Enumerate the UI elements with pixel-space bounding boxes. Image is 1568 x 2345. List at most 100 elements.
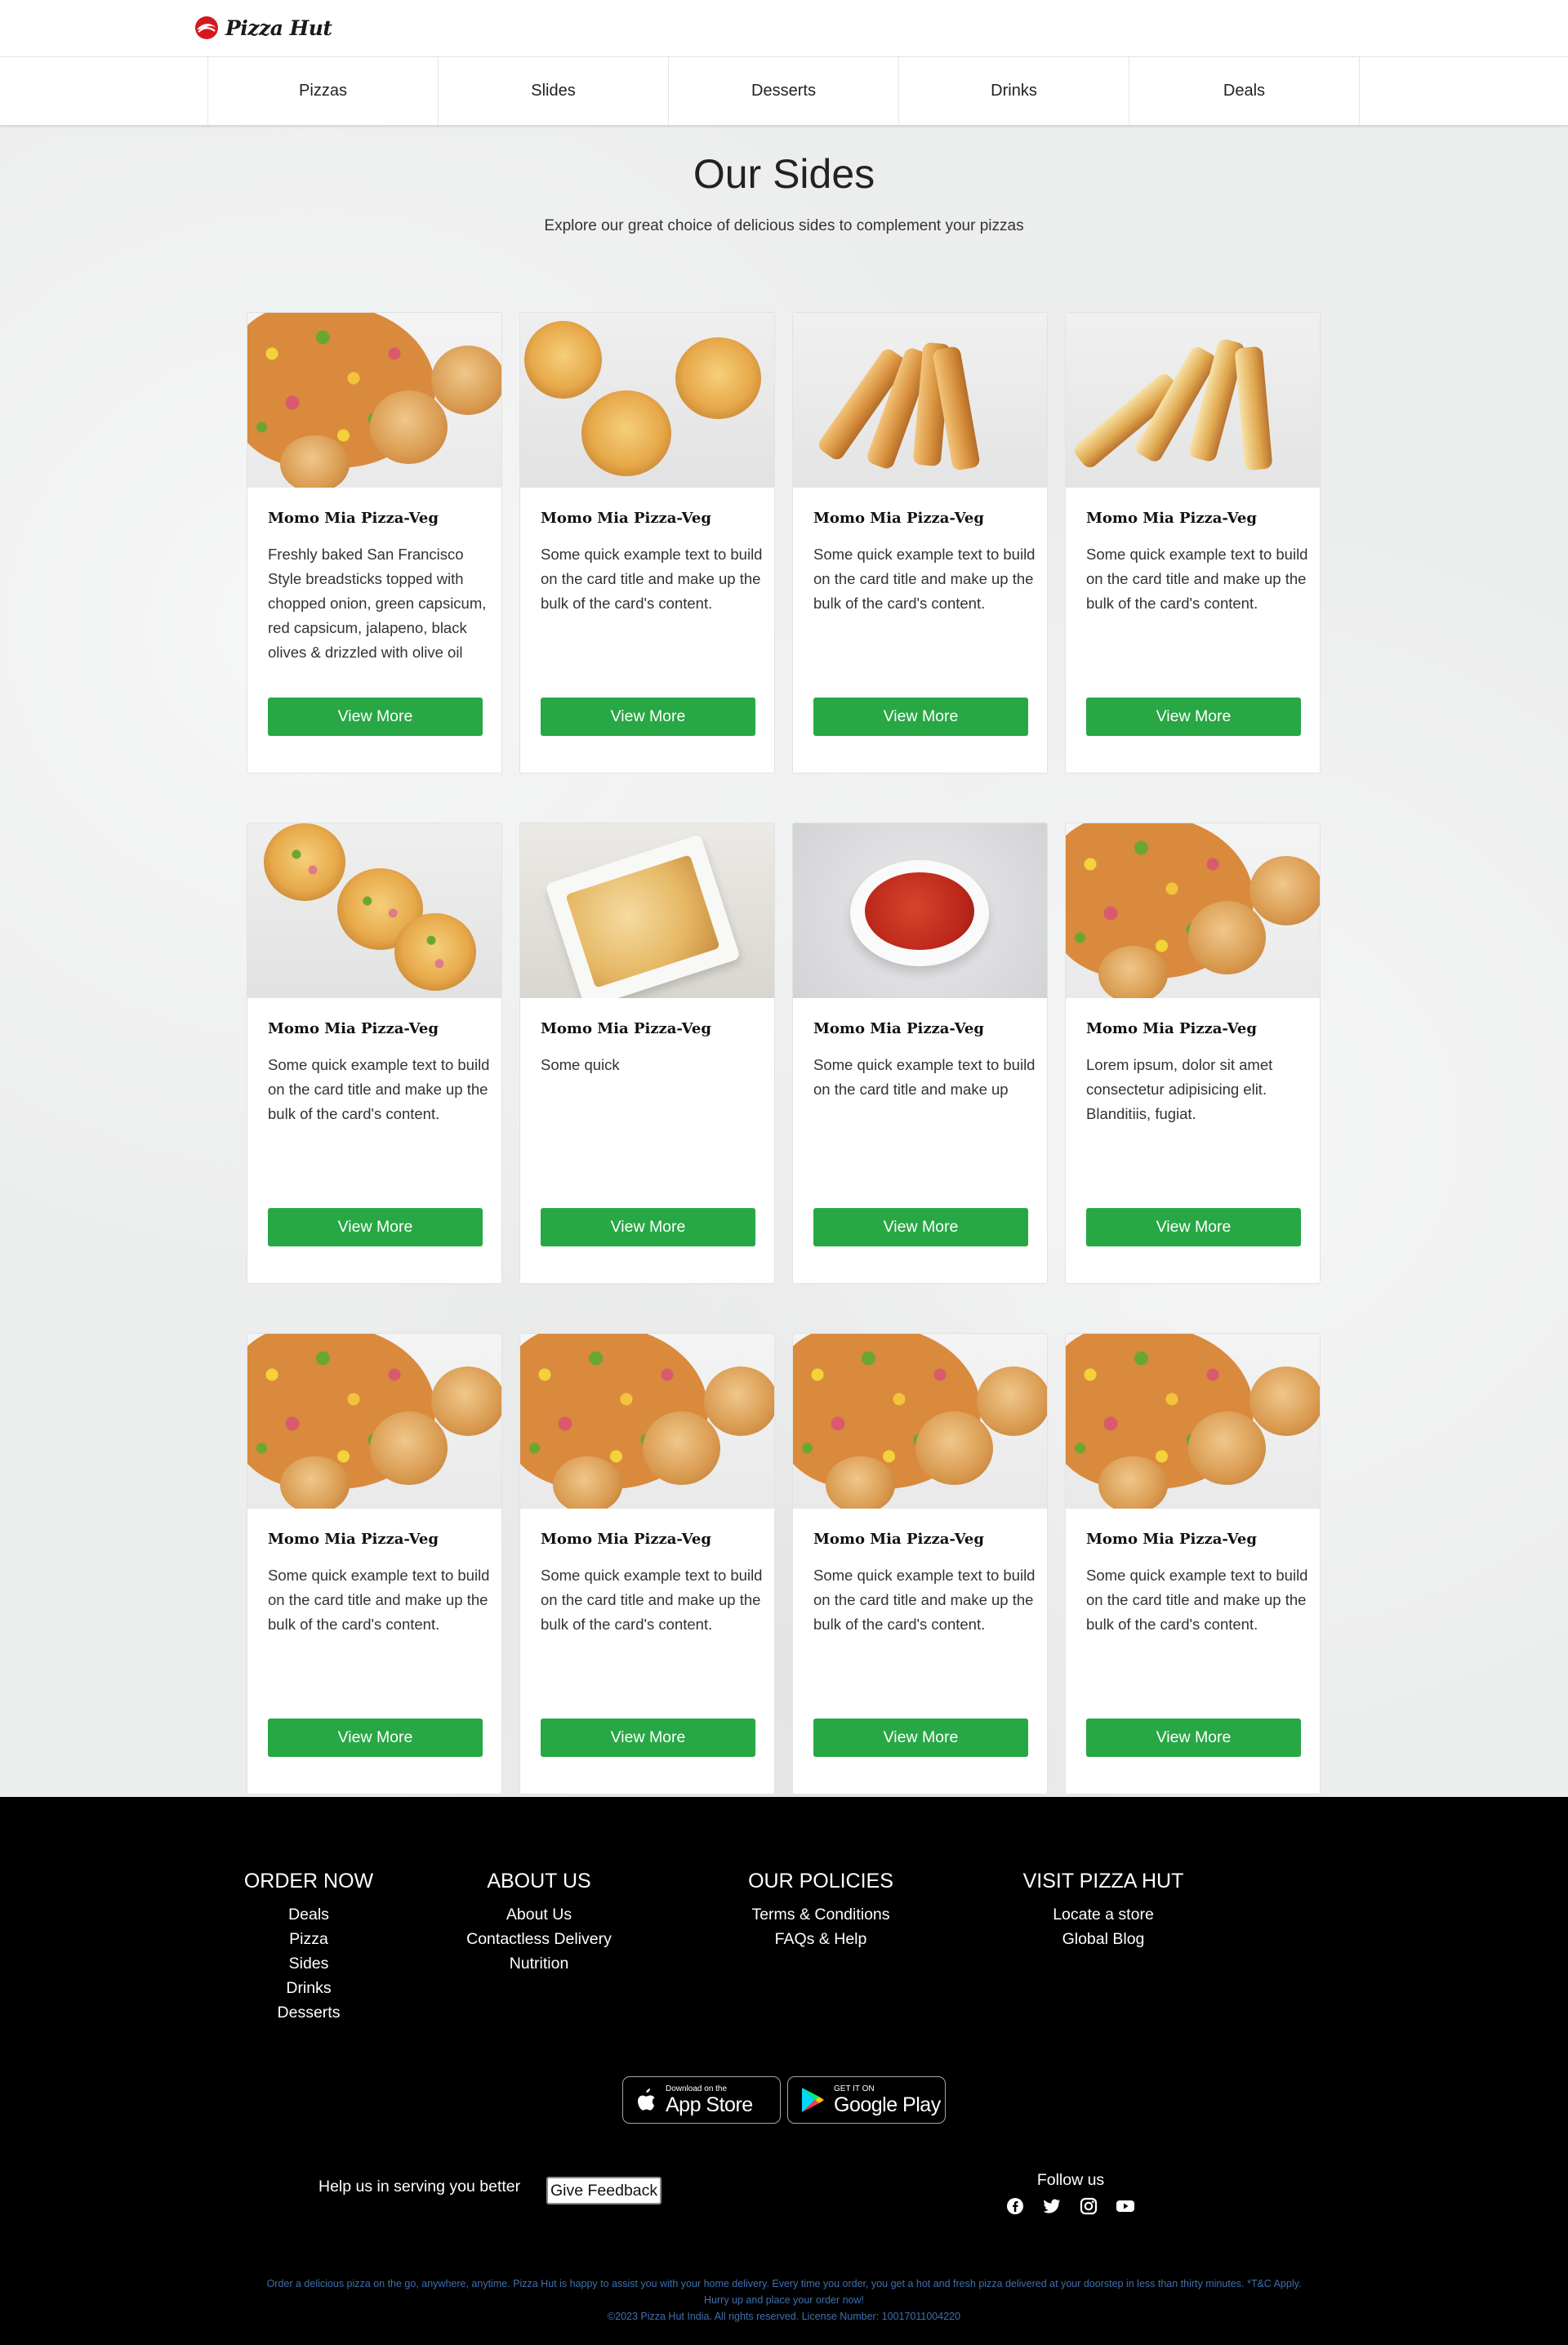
card-title: Momo Mia Pizza-Veg [268,1531,439,1548]
google-play-large-text: Google Play [834,2093,941,2116]
view-more-button[interactable]: View More [541,698,755,736]
card-title: Momo Mia Pizza-Veg [541,1020,711,1037]
footer-link-desserts[interactable]: Desserts [227,2000,390,2025]
view-more-button[interactable]: View More [268,698,483,736]
view-more-button[interactable]: View More [268,1719,483,1757]
product-card: Momo Mia Pizza-Veg Some quick example te… [1065,312,1321,773]
twitter-icon[interactable] [1042,2196,1062,2216]
footer-link-contactless-delivery[interactable]: Contactless Delivery [433,1927,645,1951]
product-card: Momo Mia Pizza-Veg Some quick example te… [1065,1333,1321,1794]
card-text: Some quick example text to build on the … [1086,1567,1308,1633]
product-card: Momo Mia Pizza-Veg Some quick example te… [792,823,1048,1284]
site-footer: ORDER NOW Deals Pizza Sides Drinks Desse… [0,1797,1568,2345]
nav-item-pizzas[interactable]: Pizzas [208,57,439,125]
card-title: Momo Mia Pizza-Veg [1086,1020,1257,1037]
category-nav: Pizzas Slides Desserts Drinks Deals [0,57,1568,125]
apple-icon [638,2089,655,2111]
product-card: Momo Mia Pizza-Veg Some quick View More [519,823,775,1284]
footer-link-faqs[interactable]: FAQs & Help [715,1927,927,1951]
view-more-button[interactable]: View More [1086,1719,1301,1757]
footer-heading: ABOUT US [487,1870,591,1892]
app-store-badge[interactable]: Download on the App Store [622,2076,781,2124]
footer-column-visit-pizza-hut: VISIT PIZZA HUT Locate a store Global Bl… [997,1870,1209,1951]
footer-link-about-us[interactable]: About Us [433,1902,645,1927]
card-title: Momo Mia Pizza-Veg [268,510,439,527]
help-text: Help us in serving you better [318,2178,521,2196]
view-more-button[interactable]: View More [541,1208,755,1246]
footer-link-pizza[interactable]: Pizza [227,1927,390,1951]
card-text: Some quick example text to build on the … [813,1056,1036,1098]
view-more-button[interactable]: View More [1086,1208,1301,1246]
view-more-button[interactable]: View More [268,1208,483,1246]
view-more-button[interactable]: View More [813,1208,1028,1246]
card-text: Freshly baked San Francisco Style breads… [268,546,487,661]
garlic-bread-image [520,313,774,488]
legal-call-to-action: Hurry up and place your order now! [704,2294,864,2306]
pizza-hut-roof-icon [195,16,218,39]
cheesy-dish-image [520,823,774,998]
view-more-button[interactable]: View More [813,698,1028,736]
momo-pizza-image [1066,1334,1320,1509]
card-title: Momo Mia Pizza-Veg [1086,510,1257,527]
card-title: Momo Mia Pizza-Veg [1086,1531,1257,1548]
footer-column-our-policies: OUR POLICIES Terms & Conditions FAQs & H… [715,1870,927,1951]
footer-link-deals[interactable]: Deals [227,1902,390,1927]
give-feedback-button[interactable]: Give Feedback [546,2177,662,2205]
product-card: Momo Mia Pizza-Veg Some quick example te… [792,1333,1048,1794]
breadsticks-cheese-image [1066,313,1320,488]
card-title: Momo Mia Pizza-Veg [813,1020,984,1037]
footer-link-locate-store[interactable]: Locate a store [997,1902,1209,1927]
card-text: Some quick example text to build on the … [813,546,1036,612]
product-card: Momo Mia Pizza-Veg Some quick example te… [247,823,502,1284]
card-title: Momo Mia Pizza-Veg [541,510,711,527]
app-badges: Download on the App Store GET IT ON Goog… [622,2076,946,2124]
footer-link-global-blog[interactable]: Global Blog [997,1927,1209,1951]
footer-column-about-us: ABOUT US About Us Contactless Delivery N… [433,1870,645,1976]
product-card: Momo Mia Pizza-Veg Freshly baked San Fra… [247,312,502,773]
footer-link-drinks[interactable]: Drinks [227,1976,390,2000]
product-card: Momo Mia Pizza-Veg Some quick example te… [519,312,775,773]
dip-bowl-image [793,823,1047,998]
legal-text: Order a delicious pizza on the go, anywh… [253,2276,1315,2325]
card-text: Some quick example text to build on the … [268,1567,490,1633]
card-text: Some quick example text to build on the … [541,546,763,612]
card-text: Some quick [541,1056,620,1073]
card-text: Some quick example text to build on the … [1086,546,1308,612]
view-more-button[interactable]: View More [541,1719,755,1757]
footer-link-terms[interactable]: Terms & Conditions [715,1902,927,1927]
card-title: Momo Mia Pizza-Veg [813,510,984,527]
product-card: Momo Mia Pizza-Veg Some quick example te… [792,312,1048,773]
momo-pizza-image [247,313,501,488]
momo-pizza-image [1066,823,1320,998]
footer-heading: VISIT PIZZA HUT [1022,1870,1184,1892]
product-card: Momo Mia Pizza-Veg Some quick example te… [519,1333,775,1794]
social-links [1005,2196,1135,2216]
page-title: Our Sides [693,151,875,197]
product-card: Momo Mia Pizza-Veg Lorem ipsum, dolor si… [1065,823,1321,1284]
instagram-icon[interactable] [1079,2196,1098,2216]
view-more-button[interactable]: View More [1086,698,1301,736]
nav-item-desserts[interactable]: Desserts [669,57,899,125]
youtube-icon[interactable] [1116,2196,1135,2216]
product-grid: Momo Mia Pizza-Veg Freshly baked San Fra… [247,312,1323,1794]
sides-section: Our Sides Explore our great choice of de… [0,125,1568,1797]
footer-column-order-now: ORDER NOW Deals Pizza Sides Drinks Desse… [227,1870,390,2025]
nav-item-slides[interactable]: Slides [439,57,669,125]
app-store-large-text: App Store [666,2093,753,2116]
facebook-icon[interactable] [1005,2196,1025,2216]
card-text: Some quick example text to build on the … [813,1567,1036,1633]
follow-us-label: Follow us [1036,2171,1105,2189]
card-title: Momo Mia Pizza-Veg [268,1020,439,1037]
nav-item-drinks[interactable]: Drinks [899,57,1129,125]
google-play-badge[interactable]: GET IT ON Google Play [787,2076,946,2124]
footer-link-sides[interactable]: Sides [227,1951,390,1976]
nav-item-deals[interactable]: Deals [1129,57,1360,125]
google-play-icon [802,2088,824,2112]
view-more-button[interactable]: View More [813,1719,1028,1757]
pizza-hut-logo[interactable]: Pizza Hut [193,11,332,44]
momo-pizza-image [793,1334,1047,1509]
footer-heading: OUR POLICIES [748,1870,893,1892]
footer-link-nutrition[interactable]: Nutrition [433,1951,645,1976]
topped-garlic-bread-image [247,823,501,998]
momo-pizza-image [520,1334,774,1509]
